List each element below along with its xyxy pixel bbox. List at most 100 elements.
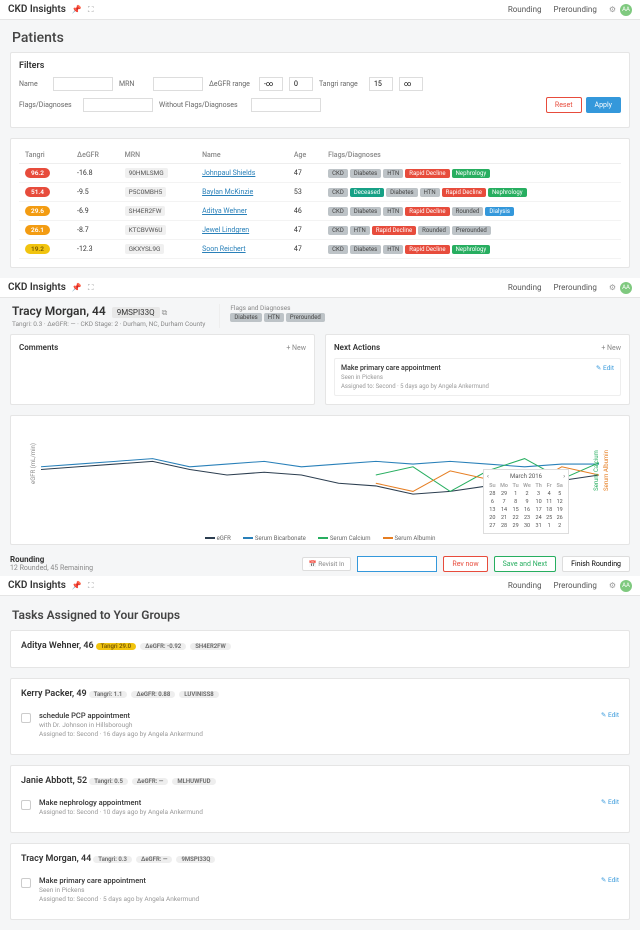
flags-label: Flags and Diagnoses	[230, 304, 326, 312]
expand-icon[interactable]: ⛶	[88, 581, 94, 591]
patient-link[interactable]: Jewel Lindgren	[202, 226, 249, 234]
tangri-pill: 26.1	[25, 225, 50, 235]
cal-prev[interactable]: ‹	[487, 473, 489, 480]
cell-flags: CKDDiabetesHTNRapid DeclineRoundedDialys…	[322, 202, 621, 221]
filter-name-input[interactable]	[53, 77, 113, 91]
brand: CKD Insights	[8, 4, 66, 15]
gear-icon[interactable]: ⚙	[609, 283, 616, 292]
patient-link[interactable]: Baylan McKinzie	[202, 188, 253, 196]
task-edit-button[interactable]: ✎ Edit	[601, 711, 619, 719]
filter-tangri-low[interactable]	[369, 77, 393, 91]
task-assigned: Assigned to: Second · 10 days ago by Ang…	[39, 808, 593, 816]
col-tangri[interactable]: Tangri	[19, 147, 71, 164]
patient-name: Tracy Morgan, 44	[12, 304, 106, 318]
nav-prerounding[interactable]: Prerounding	[554, 581, 597, 590]
avatar[interactable]: AA	[620, 4, 632, 16]
table-row[interactable]: 19.2-12.3GKXYSL9GSoon Reichert47CKDDiabe…	[19, 240, 621, 259]
tangri-pill: 96.2	[25, 168, 50, 178]
filter-mrn-input[interactable]	[153, 77, 203, 91]
avatar[interactable]: AA	[620, 580, 632, 592]
date-picker[interactable]: ‹ March 2016 › SuMoTuWeThFrSa28291234567…	[483, 469, 569, 534]
pin-icon[interactable]: 📌	[72, 581, 82, 590]
cell-mrn: 90HMLSMG	[125, 168, 168, 178]
revnow-button[interactable]: Rev now	[443, 556, 487, 572]
col-name[interactable]: Name	[196, 147, 288, 164]
cell-degfr: -6.9	[71, 202, 119, 221]
filter-egfr-high[interactable]	[289, 77, 313, 91]
avatar[interactable]: AA	[620, 282, 632, 294]
task-group: Tracy Morgan, 44Tangri: 0.3∆eGFR: —9MSPI…	[10, 843, 630, 920]
chart-y-label-calcium: Serum Calcium	[593, 450, 600, 491]
task-checkbox[interactable]	[21, 878, 31, 888]
task-person-header: Aditya Wehner, 46Tangri 29.0∆eGFR: -0.92…	[21, 641, 619, 651]
revisit-label: 📅 Revisit In	[302, 557, 352, 571]
cal-next[interactable]: ›	[563, 473, 565, 480]
table-row[interactable]: 29.6-6.9SH4ER2FWAditya Wehner46CKDDiabet…	[19, 202, 621, 221]
filter-egfr-low[interactable]	[259, 77, 283, 91]
patient-subinfo: Tangri: 0.3 · ∆eGFR: — · CKD Stage: 2 · …	[12, 320, 205, 328]
col-age[interactable]: Age	[288, 147, 322, 164]
rounding-title: Rounding	[10, 555, 44, 564]
col-degfr[interactable]: ∆eGFR	[71, 147, 119, 164]
col-mrn[interactable]: MRN	[119, 147, 196, 164]
finish-rounding-button[interactable]: Finish Rounding	[562, 556, 630, 572]
task-checkbox[interactable]	[21, 713, 31, 723]
filter-without-input[interactable]	[251, 98, 321, 112]
cell-mrn: KTCBVW6U	[125, 225, 167, 235]
nav-rounding[interactable]: Rounding	[508, 581, 542, 590]
filter-apply-button[interactable]: Apply	[586, 97, 621, 113]
next-actions-add-button[interactable]: + New	[601, 344, 621, 352]
calendar-grid[interactable]: SuMoTuWeThFrSa28291234567891011121314151…	[487, 482, 565, 530]
nav-prerounding[interactable]: Prerounding	[554, 283, 597, 292]
cell-age: 53	[288, 183, 322, 202]
cell-degfr: -9.5	[71, 183, 119, 202]
action-edit-button[interactable]: ✎ Edit	[596, 364, 614, 372]
patient-link[interactable]: Soon Reichert	[202, 245, 246, 253]
task-edit-button[interactable]: ✎ Edit	[601, 798, 619, 806]
cell-age: 47	[288, 164, 322, 183]
patient-link[interactable]: Aditya Wehner	[202, 207, 247, 215]
filter-reset-button[interactable]: Reset	[546, 97, 582, 113]
nav-rounding[interactable]: Rounding	[508, 5, 542, 14]
filter-flags-input[interactable]	[83, 98, 153, 112]
task-group: Aditya Wehner, 46Tangri 29.0∆eGFR: -0.92…	[10, 630, 630, 668]
nav-rounding[interactable]: Rounding	[508, 283, 542, 292]
rounding-sub: 12 Rounded, 45 Remaining	[10, 564, 93, 572]
task-edit-button[interactable]: ✎ Edit	[601, 876, 619, 884]
revisit-input[interactable]	[357, 556, 437, 572]
save-next-button[interactable]: Save and Next	[494, 556, 557, 572]
table-row[interactable]: 96.2-16.890HMLSMGJohnpaul Shields47CKDDi…	[19, 164, 621, 183]
action-item-title: Make primary care appointment	[341, 364, 614, 372]
table-row[interactable]: 51.4-9.5P5C0MBH5Baylan McKinzie53CKDDece…	[19, 183, 621, 202]
nav-prerounding[interactable]: Prerounding	[554, 5, 597, 14]
gear-icon[interactable]: ⚙	[609, 581, 616, 590]
cell-flags: CKDHTNRapid DeclineRoundedPrerounded	[322, 221, 621, 240]
cell-age: 47	[288, 240, 322, 259]
pin-icon[interactable]: 📌	[72, 283, 82, 292]
comments-add-button[interactable]: + New	[286, 344, 306, 352]
expand-icon[interactable]: ⛶	[88, 283, 94, 293]
filter-tangri-high[interactable]	[399, 77, 423, 91]
cell-degfr: -8.7	[71, 221, 119, 240]
filter-tangri-label: Tangri range	[319, 80, 363, 88]
copy-icon[interactable]: ⧉	[162, 308, 168, 317]
page-title-patients: Patients	[0, 20, 640, 52]
expand-icon[interactable]: ⛶	[88, 5, 94, 15]
cell-flags: CKDDiabetesHTNRapid DeclineNephrology	[322, 240, 621, 259]
comments-title: Comments	[19, 343, 58, 352]
tangri-pill: 51.4	[25, 187, 50, 197]
pin-icon[interactable]: 📌	[72, 5, 82, 14]
next-actions-title: Next Actions	[334, 343, 380, 352]
patient-link[interactable]: Johnpaul Shields	[202, 169, 255, 177]
comments-panel: Comments + New	[10, 334, 315, 405]
filters-panel: Filters Name MRN ∆eGFR range Tangri rang…	[10, 52, 630, 128]
table-row[interactable]: 26.1-8.7KTCBVW6UJewel Lindgren47CKDHTNRa…	[19, 221, 621, 240]
filter-name-label: Name	[19, 80, 47, 88]
col-flags[interactable]: Flags/Diagnoses	[322, 147, 621, 164]
task-checkbox[interactable]	[21, 800, 31, 810]
filter-mrn-label: MRN	[119, 80, 147, 88]
gear-icon[interactable]: ⚙	[609, 5, 616, 14]
patient-chart: eGFR (mL/min) Serum Calcium Serum Albumi…	[10, 415, 630, 545]
task-title: Make primary care appointment	[39, 876, 593, 885]
app-header-3: CKD Insights 📌 ⛶ Rounding Prerounding ⚙ …	[0, 576, 640, 596]
